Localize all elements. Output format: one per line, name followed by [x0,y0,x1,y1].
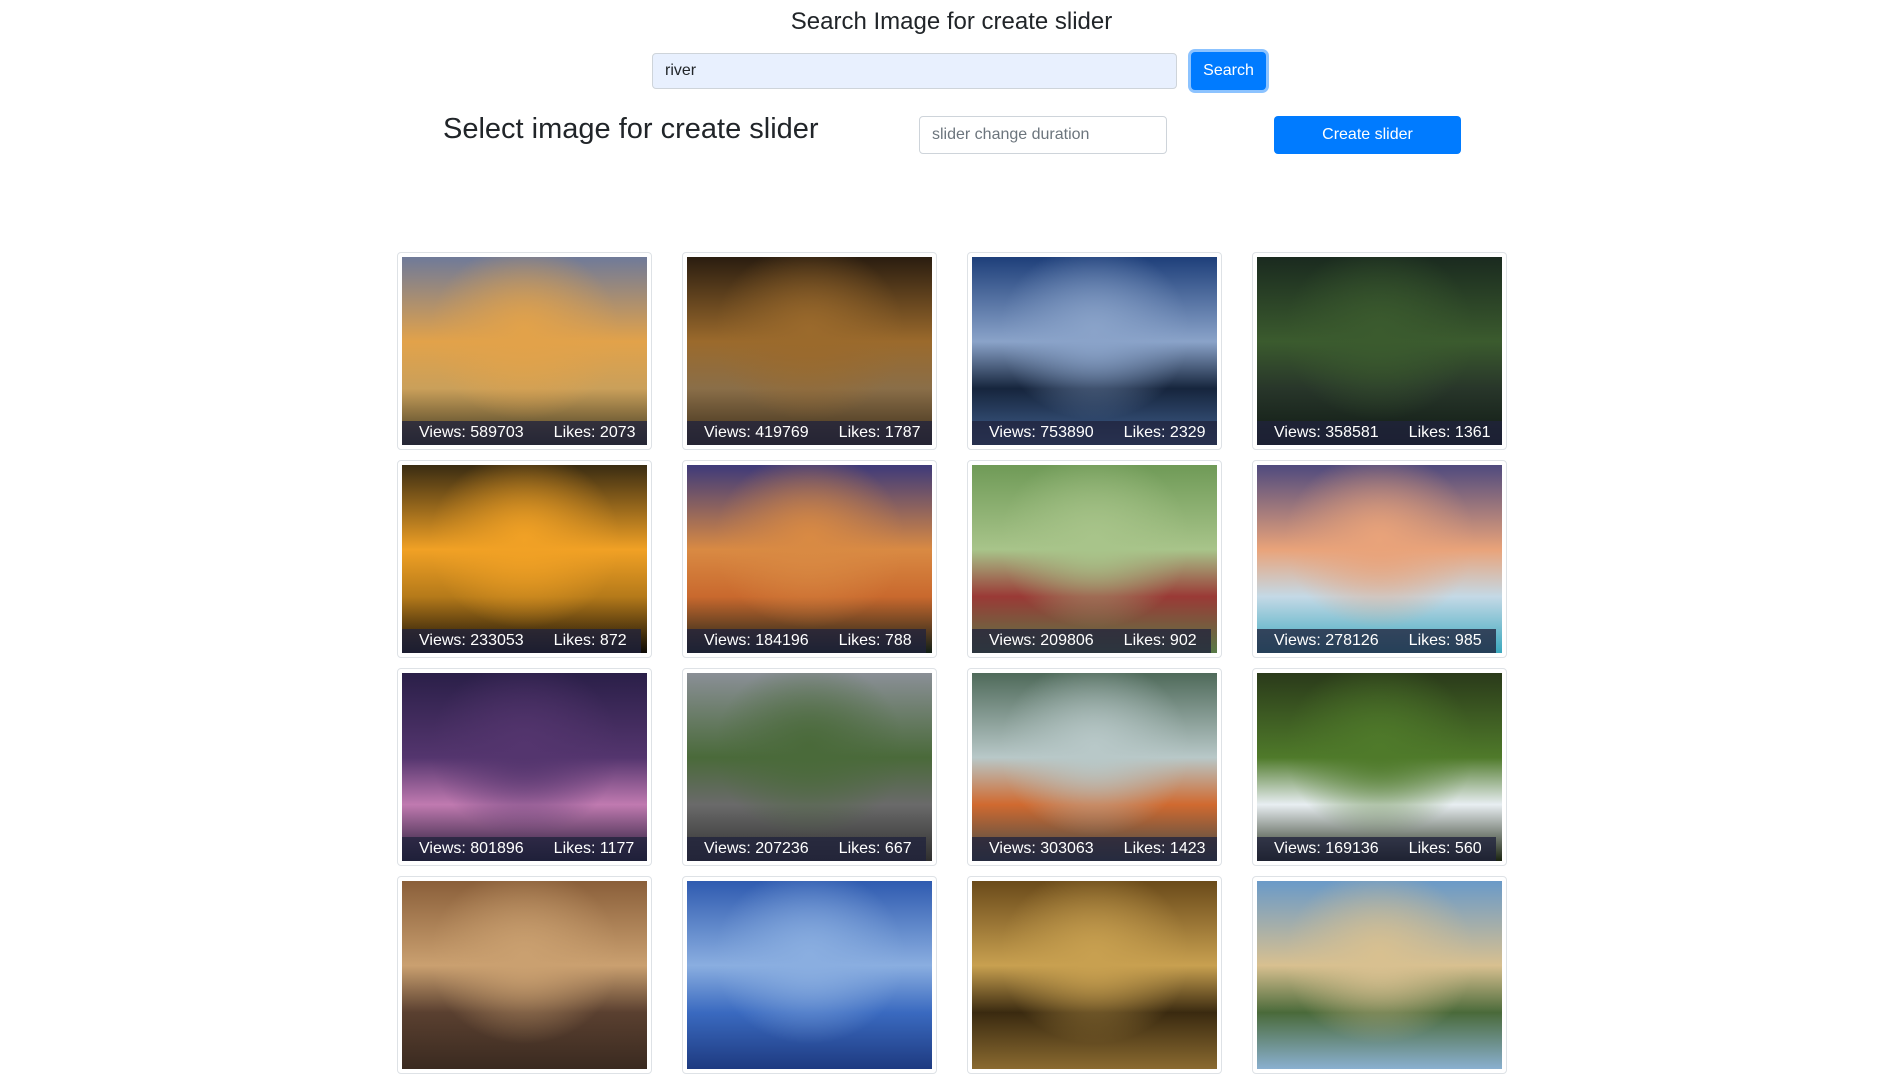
likes-count: Likes: 788 [838,632,912,649]
search-button[interactable]: Search [1191,52,1266,90]
likes-count: Likes: 1423 [1123,840,1206,857]
gallery-image[interactable]: Views: 278126 Likes: 985 [1257,465,1502,653]
image-card[interactable] [1252,876,1507,1074]
image-card[interactable]: Views: 207236 Likes: 667 [682,668,937,866]
views-count: Views: 589703 [419,424,524,441]
likes-count: Likes: 2329 [1123,424,1206,441]
likes-count: Likes: 872 [553,632,627,649]
image-stats: Views: 303063 Likes: 1423 [972,837,1217,861]
gallery-image[interactable]: Views: 589703 Likes: 2073 [402,257,647,445]
image-card[interactable] [397,876,652,1074]
views-count: Views: 278126 [1274,632,1379,649]
gallery-image[interactable]: Views: 209806 Likes: 902 [972,465,1217,653]
gallery-image[interactable]: Views: 801896 Likes: 1177 [402,673,647,861]
likes-count: Likes: 1787 [838,424,921,441]
create-slider-button[interactable]: Create slider [1274,116,1461,154]
gallery-image[interactable]: Views: 169136 Likes: 560 [1257,673,1502,861]
gallery-image[interactable]: Views: 419769 Likes: 1787 [687,257,932,445]
gallery-image[interactable] [1257,881,1502,1069]
views-count: Views: 184196 [704,632,809,649]
gallery-image[interactable]: Views: 233053 Likes: 872 [402,465,647,653]
likes-count: Likes: 1177 [553,840,635,857]
image-stats: Views: 419769 Likes: 1787 [687,421,932,445]
search-input[interactable] [652,53,1177,89]
likes-count: Likes: 902 [1123,632,1197,649]
image-stats: Views: 278126 Likes: 985 [1257,629,1496,653]
image-card[interactable] [682,876,937,1074]
image-card[interactable]: Views: 358581 Likes: 1361 [1252,252,1507,450]
image-stats: Views: 233053 Likes: 872 [402,629,641,653]
views-count: Views: 358581 [1274,424,1379,441]
image-card[interactable]: Views: 233053 Likes: 872 [397,460,652,658]
image-card[interactable]: Views: 278126 Likes: 985 [1252,460,1507,658]
image-stats: Views: 209806 Likes: 902 [972,629,1211,653]
views-count: Views: 233053 [419,632,524,649]
likes-count: Likes: 2073 [553,424,636,441]
image-stats: Views: 184196 Likes: 788 [687,629,926,653]
image-card[interactable]: Views: 169136 Likes: 560 [1252,668,1507,866]
likes-count: Likes: 560 [1408,840,1482,857]
image-card[interactable]: Views: 753890 Likes: 2329 [967,252,1222,450]
gallery-image[interactable] [402,881,647,1069]
views-count: Views: 207236 [704,840,809,857]
search-title: Search Image for create slider [790,8,1113,35]
views-count: Views: 303063 [989,840,1094,857]
views-count: Views: 753890 [989,424,1094,441]
gallery-image[interactable] [687,881,932,1069]
image-stats: Views: 207236 Likes: 667 [687,837,926,861]
gallery-image[interactable]: Views: 303063 Likes: 1423 [972,673,1217,861]
image-card[interactable]: Views: 589703 Likes: 2073 [397,252,652,450]
image-card[interactable]: Views: 209806 Likes: 902 [967,460,1222,658]
image-gallery: Views: 589703 Likes: 2073 Views: 419769 Lik… [397,252,1507,1074]
gallery-image[interactable]: Views: 753890 Likes: 2329 [972,257,1217,445]
views-count: Views: 209806 [989,632,1094,649]
image-stats: Views: 358581 Likes: 1361 [1257,421,1502,445]
image-card[interactable]: Views: 801896 Likes: 1177 [397,668,652,866]
views-count: Views: 169136 [1274,840,1379,857]
image-stats: Views: 753890 Likes: 2329 [972,421,1217,445]
image-stats: Views: 589703 Likes: 2073 [402,421,647,445]
likes-count: Likes: 667 [838,840,912,857]
views-count: Views: 801896 [419,840,524,857]
image-card[interactable]: Views: 419769 Likes: 1787 [682,252,937,450]
image-card[interactable]: Views: 303063 Likes: 1423 [967,668,1222,866]
likes-count: Likes: 985 [1408,632,1482,649]
image-card[interactable] [967,876,1222,1074]
views-count: Views: 419769 [704,424,809,441]
gallery-image[interactable] [972,881,1217,1069]
image-stats: Views: 169136 Likes: 560 [1257,837,1496,861]
image-stats: Views: 801896 Likes: 1177 [402,837,647,861]
likes-count: Likes: 1361 [1408,424,1491,441]
image-card[interactable]: Views: 184196 Likes: 788 [682,460,937,658]
select-title: Select image for create slider [443,113,819,145]
duration-input[interactable] [919,116,1167,154]
gallery-image[interactable]: Views: 207236 Likes: 667 [687,673,932,861]
gallery-image[interactable]: Views: 358581 Likes: 1361 [1257,257,1502,445]
gallery-image[interactable]: Views: 184196 Likes: 788 [687,465,932,653]
